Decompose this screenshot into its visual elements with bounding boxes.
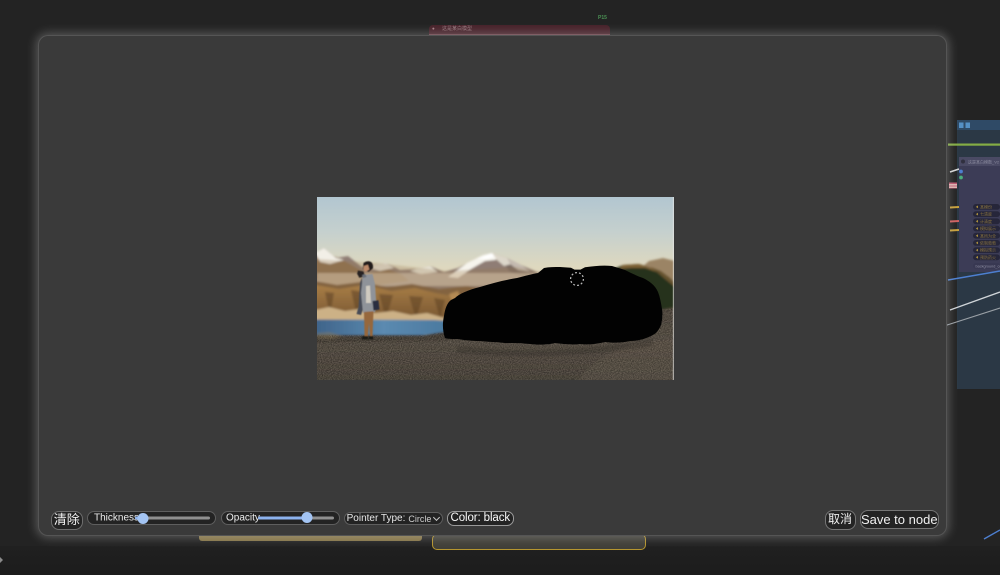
svg-text:计清度: 计清度 bbox=[980, 218, 992, 224]
svg-text:预防药火: 预防药火 bbox=[980, 254, 996, 260]
svg-text:background_col: background_col bbox=[976, 264, 1000, 268]
svg-text:依制葡萄: 依制葡萄 bbox=[980, 240, 996, 246]
svg-text:某所为全: 某所为全 bbox=[980, 232, 996, 238]
svg-text:某模份: 某模份 bbox=[980, 204, 992, 210]
svg-text:模拟预示: 模拟预示 bbox=[980, 247, 996, 253]
svg-text:七清度: 七清度 bbox=[980, 211, 992, 217]
svg-text:这是某白模数_V2: 这是某白模数_V2 bbox=[968, 159, 1000, 165]
svg-text:模拟展示: 模拟展示 bbox=[980, 225, 996, 231]
